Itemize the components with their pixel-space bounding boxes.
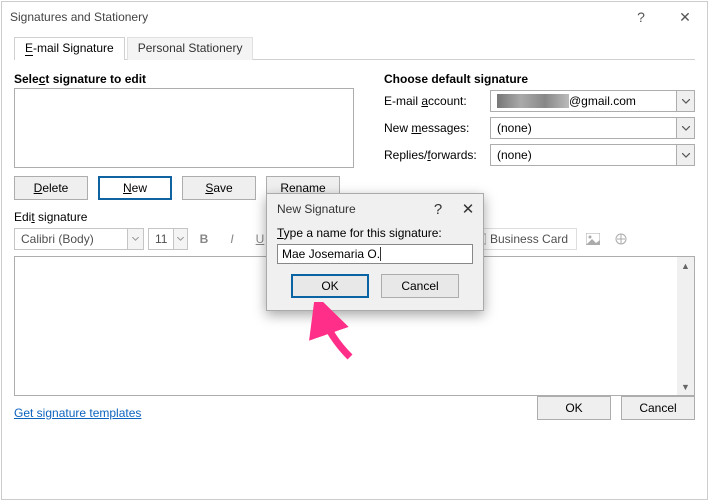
email-account-label: E-mail account: bbox=[384, 94, 490, 108]
window-title: Signatures and Stationery bbox=[10, 10, 619, 24]
chevron-down-icon[interactable] bbox=[676, 118, 694, 138]
cancel-button[interactable]: Cancel bbox=[621, 396, 695, 420]
font-select[interactable]: Calibri (Body) bbox=[14, 228, 144, 250]
replies-forwards-select[interactable]: (none) bbox=[490, 144, 695, 166]
dialog-label: Type a name for this signature: bbox=[267, 224, 483, 242]
link-button[interactable] bbox=[609, 228, 633, 250]
select-signature-label: Select signature to edit bbox=[14, 72, 354, 86]
signature-list[interactable] bbox=[14, 88, 354, 168]
email-obscured-icon bbox=[497, 94, 569, 108]
replies-forwards-label: Replies/forwards: bbox=[384, 148, 490, 162]
delete-button[interactable]: Delete bbox=[14, 176, 88, 200]
link-icon bbox=[614, 233, 628, 245]
titlebar: Signatures and Stationery ? ✕ bbox=[2, 2, 707, 32]
signature-name-input[interactable]: Mae Josemaria O. bbox=[277, 244, 473, 264]
save-button[interactable]: Save bbox=[182, 176, 256, 200]
bold-button[interactable]: B bbox=[192, 228, 216, 250]
chevron-down-icon[interactable] bbox=[676, 91, 694, 111]
scroll-down-icon[interactable]: ▼ bbox=[677, 378, 694, 395]
scrollbar[interactable]: ▲ ▼ bbox=[677, 257, 694, 395]
dialog-close-button[interactable]: ✕ bbox=[453, 200, 483, 218]
picture-button[interactable] bbox=[581, 228, 605, 250]
new-button[interactable]: New bbox=[98, 176, 172, 200]
ok-button[interactable]: OK bbox=[537, 396, 611, 420]
font-size-select[interactable]: 11 bbox=[148, 228, 188, 250]
tabs: E-mail Signature Personal Stationery bbox=[14, 36, 695, 60]
default-signature-label: Choose default signature bbox=[384, 72, 695, 86]
italic-button[interactable]: I bbox=[220, 228, 244, 250]
picture-icon bbox=[586, 233, 600, 245]
tab-email-signature[interactable]: E-mail Signature bbox=[14, 37, 125, 60]
dialog-titlebar: New Signature ? ✕ bbox=[267, 194, 483, 224]
chevron-down-icon bbox=[173, 229, 187, 249]
dialog-title: New Signature bbox=[277, 202, 423, 216]
new-messages-select[interactable]: (none) bbox=[490, 117, 695, 139]
dialog-cancel-button[interactable]: Cancel bbox=[381, 274, 459, 298]
dialog-help-button[interactable]: ? bbox=[423, 201, 453, 218]
new-messages-label: New messages: bbox=[384, 121, 490, 135]
close-button[interactable]: ✕ bbox=[663, 2, 707, 32]
dialog-ok-button[interactable]: OK bbox=[291, 274, 369, 298]
scroll-up-icon[interactable]: ▲ bbox=[677, 257, 694, 274]
get-templates-link[interactable]: Get signature templates bbox=[14, 406, 141, 420]
new-signature-dialog: New Signature ? ✕ Type a name for this s… bbox=[266, 193, 484, 311]
help-button[interactable]: ? bbox=[619, 2, 663, 32]
chevron-down-icon bbox=[127, 229, 143, 249]
chevron-down-icon[interactable] bbox=[676, 145, 694, 165]
tab-personal-stationery[interactable]: Personal Stationery bbox=[127, 37, 254, 60]
email-account-select[interactable]: @gmail.com bbox=[490, 90, 695, 112]
